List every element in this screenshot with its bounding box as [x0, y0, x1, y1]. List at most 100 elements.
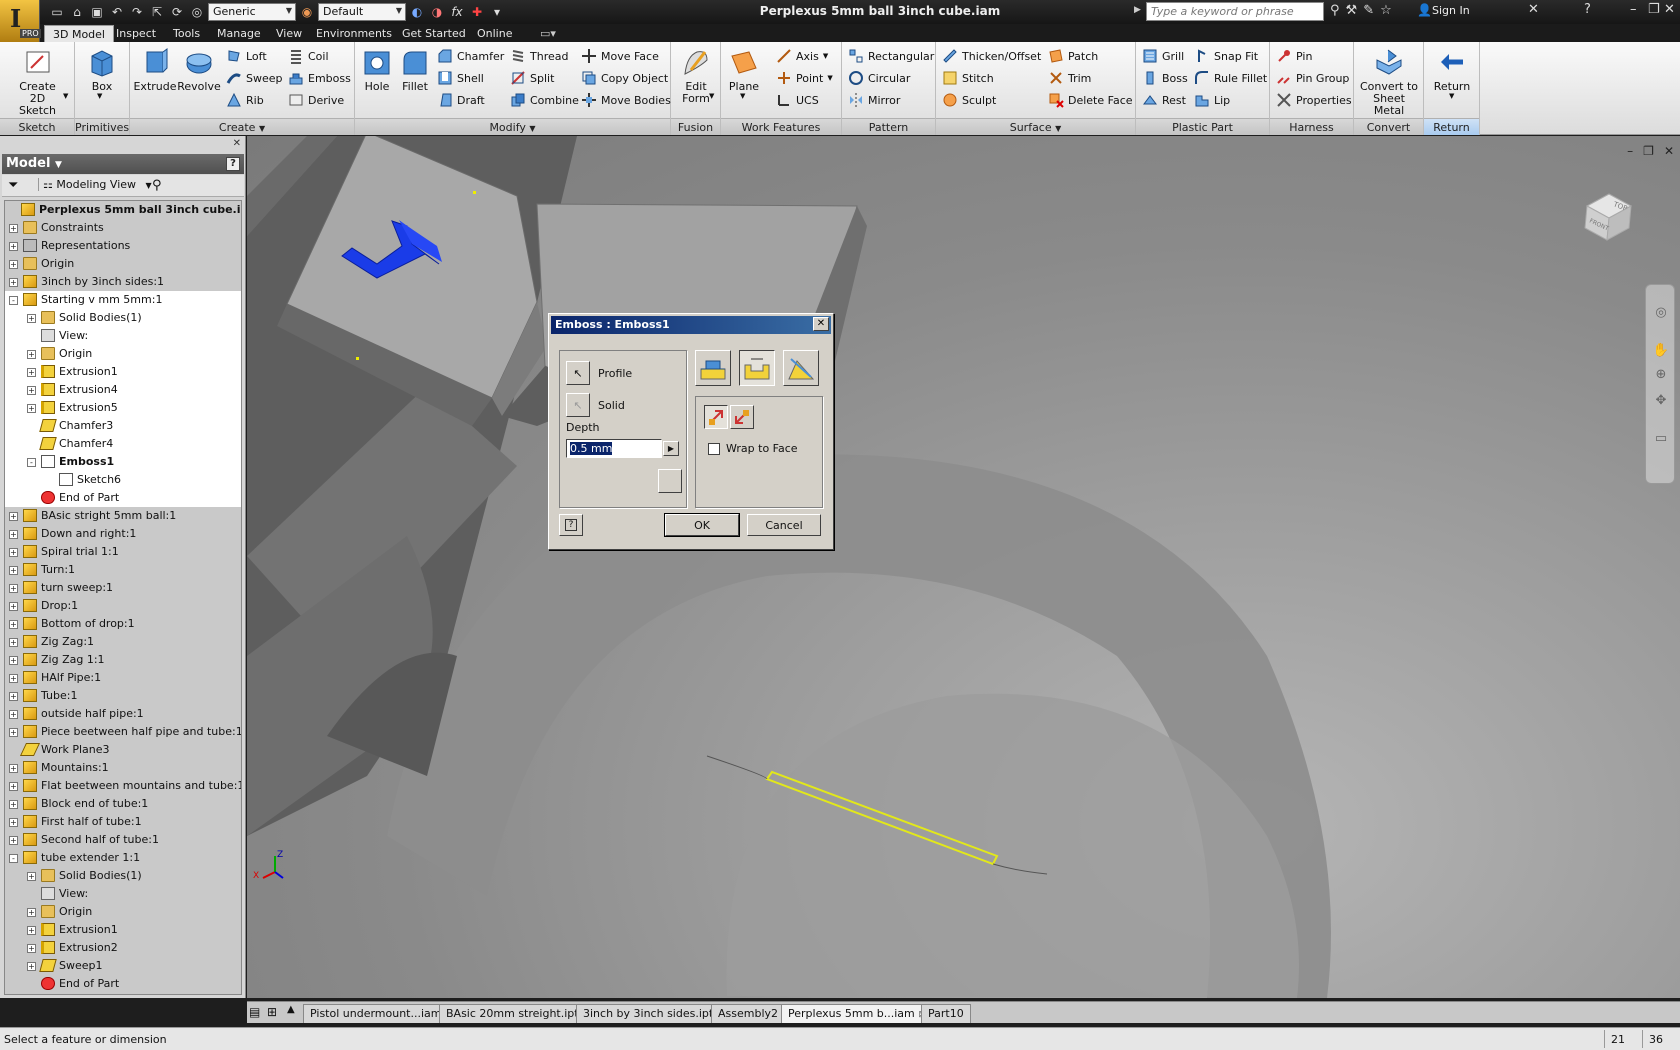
hole-button[interactable]: Hole — [359, 46, 395, 93]
tree-item[interactable]: + Solid Bodies(1) — [5, 867, 241, 885]
tree-item[interactable]: + HAlf Pipe:1 — [5, 669, 241, 687]
expand-icon[interactable]: + — [9, 728, 18, 737]
wrap-to-face-checkbox[interactable] — [708, 443, 720, 455]
tree-item[interactable]: + Flat beetween mountains and tube:1 — [5, 777, 241, 795]
cascade-icon[interactable]: ▤ — [249, 1005, 260, 1019]
return-button[interactable]: Return — [1432, 46, 1472, 93]
extrude-button[interactable]: Extrude — [133, 46, 177, 93]
expand-icon[interactable]: + — [9, 800, 18, 809]
tree-item[interactable]: + Extrusion4 — [5, 381, 241, 399]
patch-button[interactable]: Patch — [1048, 45, 1098, 67]
tree-item[interactable]: + Zig Zag 1:1 — [5, 651, 241, 669]
expand-icon[interactable]: + — [27, 908, 36, 917]
expand-icon[interactable]: + — [9, 818, 18, 827]
tab-manage[interactable]: Manage — [209, 25, 269, 42]
expand-icon[interactable]: + — [9, 674, 18, 683]
collapse-icon[interactable]: - — [9, 296, 18, 305]
tile-icon[interactable]: ⊞ — [267, 1005, 277, 1019]
appearance-select[interactable]: Default ▼ — [318, 3, 406, 21]
copy-object-button[interactable]: Copy Object — [581, 67, 668, 89]
coil-button[interactable]: Coil — [288, 45, 329, 67]
axis-button[interactable]: Axis ▼ — [776, 45, 828, 67]
material-select[interactable]: Generic ▼ — [208, 3, 296, 21]
tab-online[interactable]: Online — [469, 25, 520, 42]
expand-icon[interactable]: + — [9, 836, 18, 845]
ok-button[interactable]: OK — [664, 513, 740, 537]
tree-item[interactable]: + turn sweep:1 — [5, 579, 241, 597]
help-button[interactable]: ? — [559, 514, 583, 536]
expand-icon[interactable]: + — [27, 386, 36, 395]
qat-dropdown-icon[interactable]: ▾ — [488, 3, 506, 21]
tab-get-started[interactable]: Get Started — [394, 25, 474, 42]
return-qat-icon[interactable]: ⇱ — [148, 3, 166, 21]
sweep-button[interactable]: Sweep — [226, 67, 283, 89]
expand-icon[interactable]: + — [9, 548, 18, 557]
cancel-button[interactable]: Cancel — [747, 514, 821, 536]
expand-icon[interactable]: + — [27, 926, 36, 935]
pan-hand-icon[interactable]: ✋ — [1652, 343, 1670, 361]
graphics-window[interactable]: X Z – ❐ ✕ TOP FRONT ◎ ✋ ⊕ ✥ ▭ — [247, 136, 1680, 998]
viewcube[interactable]: TOP FRONT — [1579, 188, 1635, 244]
engrave-from-face-button[interactable] — [739, 350, 775, 386]
expand-icon[interactable]: + — [27, 944, 36, 953]
stitch-button[interactable]: Stitch — [942, 67, 994, 89]
doc-tab[interactable]: Assembly2 — [711, 1004, 786, 1023]
expand-icon[interactable]: + — [9, 242, 18, 251]
expand-icon[interactable]: + — [9, 764, 18, 773]
move-bodies-button[interactable]: Move Bodies — [581, 89, 671, 111]
tree-item[interactable]: - tube extender 1:1 — [5, 849, 241, 867]
expand-icon[interactable]: + — [27, 350, 36, 359]
favorite-star-icon[interactable]: ☆ — [1380, 3, 1392, 18]
expand-icon[interactable]: + — [9, 710, 18, 719]
profile-select-button[interactable]: ↖ — [566, 361, 590, 385]
tree-item[interactable]: Chamfer4 — [5, 435, 241, 453]
save-icon[interactable]: ▣ — [88, 3, 106, 21]
expand-icon[interactable]: + — [9, 530, 18, 539]
adjust-icon[interactable]: ◐ — [408, 3, 426, 21]
open-documents-icon[interactable]: ▲ — [287, 1004, 295, 1015]
solid-select-button[interactable]: ↖ — [566, 393, 590, 417]
restore-icon[interactable]: ❐ — [1648, 2, 1660, 17]
circular-pattern-button[interactable]: Circular — [848, 67, 910, 89]
derive-button[interactable]: Derive — [288, 89, 344, 111]
boss-button[interactable]: Boss — [1142, 67, 1188, 89]
minimize-icon[interactable]: – — [1630, 2, 1637, 17]
tree-item[interactable]: +3inch by 3inch sides:1 — [5, 273, 241, 291]
revolve-button[interactable]: Revolve — [177, 46, 221, 93]
tree-item[interactable]: + Solid Bodies(1) — [5, 309, 241, 327]
grill-button[interactable]: Grill — [1142, 45, 1184, 67]
sculpt-button[interactable]: Sculpt — [942, 89, 996, 111]
panel-title-create[interactable]: Create ▼ — [130, 118, 354, 135]
tree-item[interactable]: Perplexus 5mm ball 3inch cube.iam — [5, 201, 241, 219]
shell-button[interactable]: Shell — [437, 67, 484, 89]
tree-item[interactable]: + outside half pipe:1 — [5, 705, 241, 723]
thicken-offset-button[interactable]: Thicken/Offset — [942, 45, 1041, 67]
tree-item[interactable]: View: — [5, 885, 241, 903]
ucs-button[interactable]: UCS — [776, 89, 819, 111]
direction-1-button[interactable] — [704, 405, 728, 429]
delete-face-button[interactable]: Delete Face — [1048, 89, 1133, 111]
tree-item[interactable]: + Constraints — [5, 219, 241, 237]
open-icon[interactable]: ⌂ — [68, 3, 86, 21]
expand-icon[interactable]: + — [9, 692, 18, 701]
pin-button[interactable]: Pin — [1276, 45, 1312, 67]
new-icon[interactable]: ▭ — [48, 3, 66, 21]
binoculars-icon[interactable]: ⚲ — [152, 178, 162, 193]
tab-3d-model[interactable]: 3D Model — [44, 25, 114, 42]
application-menu-button[interactable]: I PRO — [0, 0, 41, 42]
fx-icon[interactable]: fx — [448, 3, 466, 21]
mirror-button[interactable]: Mirror — [848, 89, 900, 111]
close-icon[interactable]: ✕ — [1664, 2, 1675, 17]
expand-icon[interactable]: + — [9, 224, 18, 233]
chevron-down-icon[interactable]: ▼ — [709, 92, 714, 100]
expand-icon[interactable]: + — [9, 566, 18, 575]
communication-icon[interactable]: ✎ — [1363, 3, 1374, 18]
pin-group-button[interactable]: Pin Group — [1276, 67, 1349, 89]
expand-icon[interactable]: + — [9, 512, 18, 521]
tree-item[interactable]: + Bottom of drop:1 — [5, 615, 241, 633]
collapse-icon[interactable]: - — [9, 854, 18, 863]
tree-item[interactable]: + Block end of tube:1 — [5, 795, 241, 813]
clear-icon[interactable]: ◑ — [428, 3, 446, 21]
tree-item[interactable]: + Extrusion5 — [5, 399, 241, 417]
chevron-down-icon[interactable]: ▼ — [63, 92, 68, 100]
